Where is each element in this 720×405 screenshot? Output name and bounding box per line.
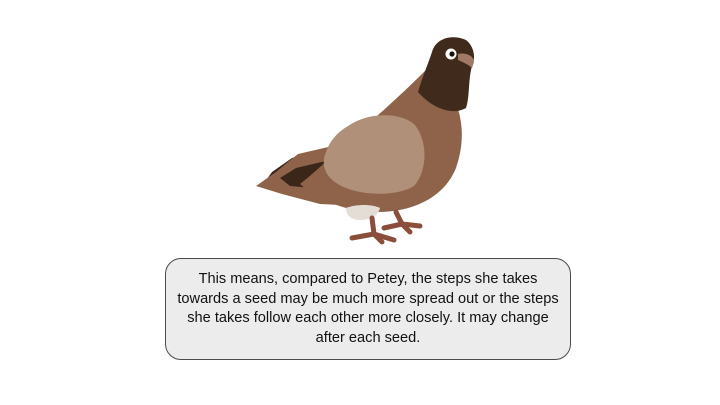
pigeon-pupil <box>449 51 455 57</box>
pigeon-head <box>418 37 474 112</box>
caption-text: This means, compared to Petey, the steps… <box>177 271 559 346</box>
pigeon-wing <box>323 115 425 194</box>
pigeon-icon <box>256 37 474 245</box>
pigeon-leg-feathers <box>346 205 380 220</box>
slide: This means, compared to Petey, the steps… <box>0 0 720 405</box>
caption-box: This means, compared to Petey, the steps… <box>165 258 571 360</box>
